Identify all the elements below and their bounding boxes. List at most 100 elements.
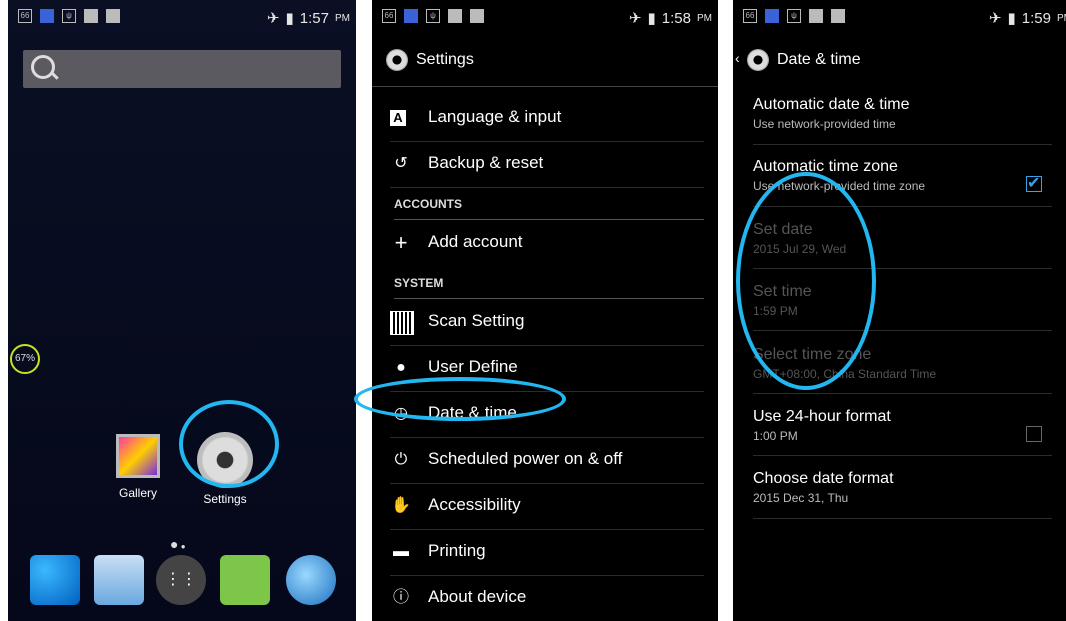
status-bar: 66 ψ ✈ ▮ 1:57 PM bbox=[8, 0, 356, 36]
search-icon bbox=[31, 55, 55, 79]
settings-item-about[interactable]: ⓘ About device bbox=[390, 575, 704, 621]
power-schedule-icon: ⏻ bbox=[394, 451, 408, 468]
status-time: 1:59 bbox=[1021, 9, 1051, 27]
browser-icon[interactable] bbox=[286, 555, 336, 605]
status-ampm: PM bbox=[335, 12, 350, 24]
gallery-icon bbox=[116, 434, 160, 478]
settings-item-language[interactable]: A Language & input bbox=[390, 95, 704, 142]
row-subtitle: 1:59 PM bbox=[753, 304, 798, 318]
status-ampm: PM bbox=[697, 12, 712, 24]
app-notification-icon bbox=[40, 9, 54, 23]
messaging-icon[interactable] bbox=[220, 555, 270, 605]
settings-item-label: Scan Setting bbox=[428, 311, 525, 330]
sd-card-icon bbox=[470, 9, 484, 23]
battery-icon: ▮ bbox=[647, 10, 656, 27]
settings-item-label: Language & input bbox=[428, 107, 562, 126]
clock-icon: ◷ bbox=[394, 405, 408, 422]
settings-item-label: Printing bbox=[428, 541, 486, 560]
settings-gear-icon[interactable] bbox=[386, 49, 408, 71]
battery-widget[interactable]: 67% bbox=[10, 344, 40, 374]
settings-item-label: Date & time bbox=[428, 403, 517, 422]
action-bar: Settings bbox=[372, 36, 718, 87]
settings-item-scan[interactable]: Scan Setting bbox=[390, 299, 704, 346]
auto-date-time-row[interactable]: Automatic date & time Use network-provid… bbox=[753, 96, 1052, 145]
settings-app[interactable]: Settings bbox=[192, 432, 258, 506]
settings-item-add-account[interactable]: + Add account bbox=[390, 220, 704, 266]
app-label: Gallery bbox=[118, 486, 157, 500]
settings-item-label: Scheduled power on & off bbox=[428, 449, 623, 468]
page-indicator: ● ● bbox=[170, 536, 186, 552]
airplane-mode-icon: ✈ bbox=[628, 10, 642, 27]
notification-icon: 66 bbox=[18, 9, 32, 23]
barcode-icon bbox=[448, 9, 462, 23]
row-title: Automatic time zone bbox=[753, 158, 898, 175]
barcode-icon bbox=[390, 311, 414, 335]
row-subtitle: 2015 Jul 29, Wed bbox=[753, 242, 847, 256]
settings-item-user-define[interactable]: ● User Define bbox=[390, 345, 704, 392]
notification-icon: 66 bbox=[743, 9, 757, 23]
plus-icon: + bbox=[394, 230, 408, 255]
backup-icon: ↺ bbox=[394, 155, 408, 172]
settings-gear-icon bbox=[197, 432, 253, 488]
status-bar: 66 ψ ✈ ▮ 1:59 PM bbox=[733, 0, 1066, 36]
settings-item-date-time[interactable]: ◷ Date & time bbox=[390, 391, 704, 438]
dock: ⋮⋮ bbox=[8, 555, 356, 615]
battery-icon: ▮ bbox=[1007, 10, 1016, 27]
status-bar: 66 ψ ✈ ▮ 1:58 PM bbox=[372, 0, 718, 36]
date-time-screen: 66 ψ ✈ ▮ 1:59 PM ‹ Date & time Automatic… bbox=[733, 0, 1066, 621]
sd-card-icon bbox=[831, 9, 845, 23]
set-time-row[interactable]: Set time 1:59 PM bbox=[753, 283, 1052, 331]
settings-item-scheduled-power[interactable]: ⏻ Scheduled power on & off bbox=[390, 437, 704, 484]
info-icon: ⓘ bbox=[392, 589, 409, 606]
usb-icon: ψ bbox=[62, 9, 76, 23]
status-ampm: PM bbox=[1057, 12, 1066, 24]
row-title: Use 24-hour format bbox=[753, 408, 891, 425]
status-time: 1:57 bbox=[299, 9, 329, 27]
settings-gear-icon[interactable] bbox=[747, 49, 769, 71]
barcode-icon bbox=[84, 9, 98, 23]
back-chevron-icon[interactable]: ‹ bbox=[735, 50, 740, 66]
settings-item-label: About device bbox=[428, 587, 527, 606]
row-subtitle: 2015 Dec 31, Thu bbox=[753, 491, 849, 505]
gallery-app[interactable]: Gallery bbox=[108, 434, 168, 500]
use-24-hour-checkbox[interactable] bbox=[1026, 426, 1042, 442]
date-format-row[interactable]: Choose date format 2015 Dec 31, Thu bbox=[753, 470, 1052, 519]
language-icon: A bbox=[390, 110, 406, 126]
row-title: Choose date format bbox=[753, 470, 894, 487]
row-title: Set time bbox=[753, 283, 812, 300]
barcode-icon bbox=[809, 9, 823, 23]
row-title: Automatic date & time bbox=[753, 96, 910, 113]
settings-item-label: Accessibility bbox=[428, 495, 521, 514]
set-date-row[interactable]: Set date 2015 Jul 29, Wed bbox=[753, 221, 1052, 269]
row-title: Select time zone bbox=[753, 346, 872, 363]
use-24-hour-row[interactable]: Use 24-hour format 1:00 PM bbox=[753, 408, 1052, 456]
page-title: Date & time bbox=[777, 51, 861, 68]
user-icon: ● bbox=[396, 359, 406, 376]
action-bar: ‹ Date & time bbox=[733, 36, 1066, 86]
select-time-zone-row[interactable]: Select time zone GMT+08:00, China Standa… bbox=[753, 346, 1052, 394]
settings-item-label: User Define bbox=[428, 357, 518, 376]
contacts-icon[interactable] bbox=[94, 555, 144, 605]
auto-time-zone-row[interactable]: Automatic time zone Use network-provided… bbox=[753, 158, 1052, 207]
section-header-system: SYSTEM bbox=[394, 276, 704, 299]
app-notification-icon bbox=[765, 9, 779, 23]
section-header-accounts: ACCOUNTS bbox=[394, 197, 704, 220]
settings-item-printing[interactable]: ▬ Printing bbox=[390, 529, 704, 576]
airplane-mode-icon: ✈ bbox=[988, 10, 1002, 27]
settings-item-accessibility[interactable]: ✋ Accessibility bbox=[390, 483, 704, 530]
search-bar[interactable] bbox=[23, 50, 341, 88]
phone-icon[interactable] bbox=[30, 555, 80, 605]
notification-icon: 66 bbox=[382, 9, 396, 23]
app-drawer-icon[interactable]: ⋮⋮ bbox=[156, 555, 206, 605]
row-title: Set date bbox=[753, 221, 813, 238]
settings-screen: 66 ψ ✈ ▮ 1:58 PM Settings A Language & i… bbox=[372, 0, 718, 621]
row-subtitle: 1:00 PM bbox=[753, 429, 798, 443]
settings-item-backup[interactable]: ↺ Backup & reset bbox=[390, 141, 704, 188]
hand-icon: ✋ bbox=[391, 497, 411, 514]
row-subtitle: GMT+08:00, China Standard Time bbox=[753, 367, 937, 381]
status-time: 1:58 bbox=[661, 9, 691, 27]
auto-time-zone-checkbox[interactable] bbox=[1026, 173, 1042, 193]
usb-icon: ψ bbox=[426, 9, 440, 23]
settings-item-label: Add account bbox=[428, 232, 523, 251]
sd-card-icon bbox=[106, 9, 120, 23]
